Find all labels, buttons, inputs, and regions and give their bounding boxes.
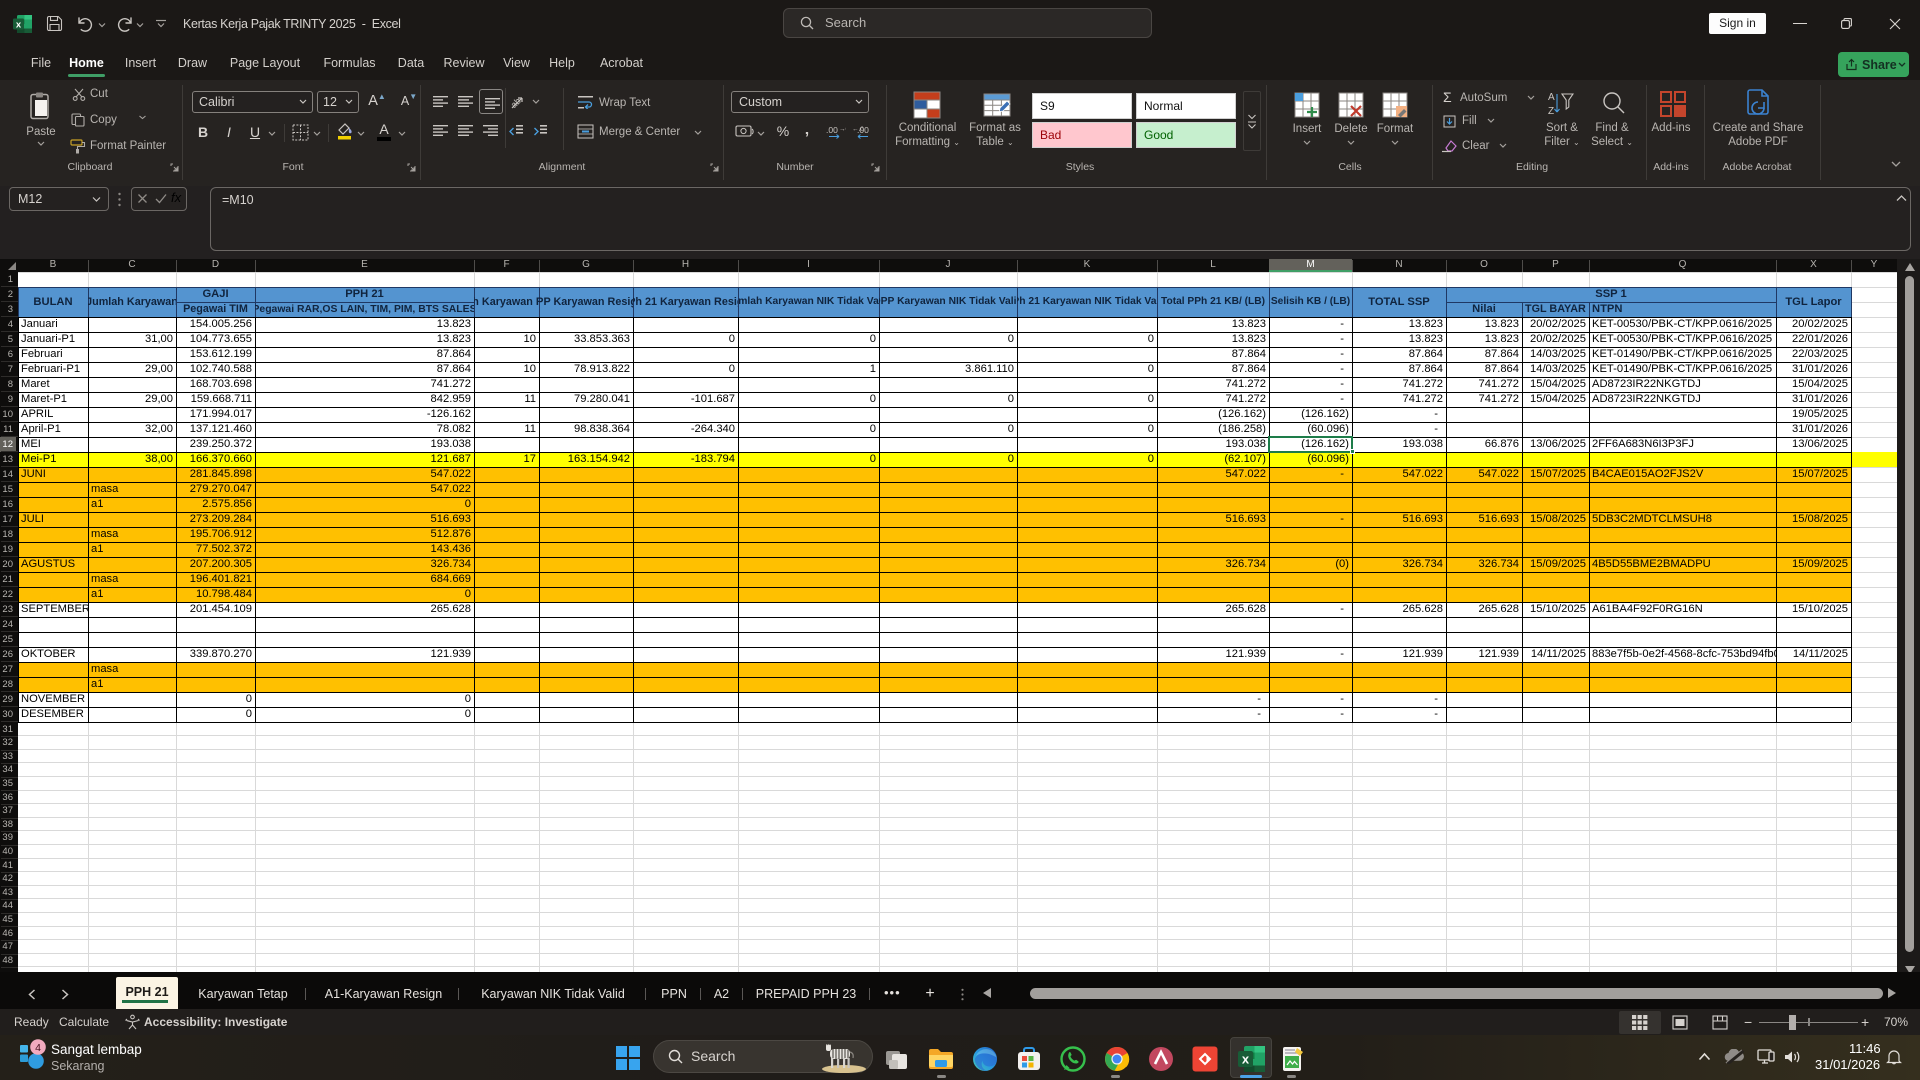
svg-text:A: A [1548,92,1555,103]
svg-text:4: 4 [35,1042,41,1054]
svg-text:Z: Z [1548,106,1554,117]
svg-text:→0: →0 [839,126,846,133]
svg-text:x: x [16,20,22,31]
svg-text:x: x [1242,1052,1250,1067]
svg-text:←.0: ←.0 [852,126,864,133]
svg-text:.00: .00 [826,125,838,135]
